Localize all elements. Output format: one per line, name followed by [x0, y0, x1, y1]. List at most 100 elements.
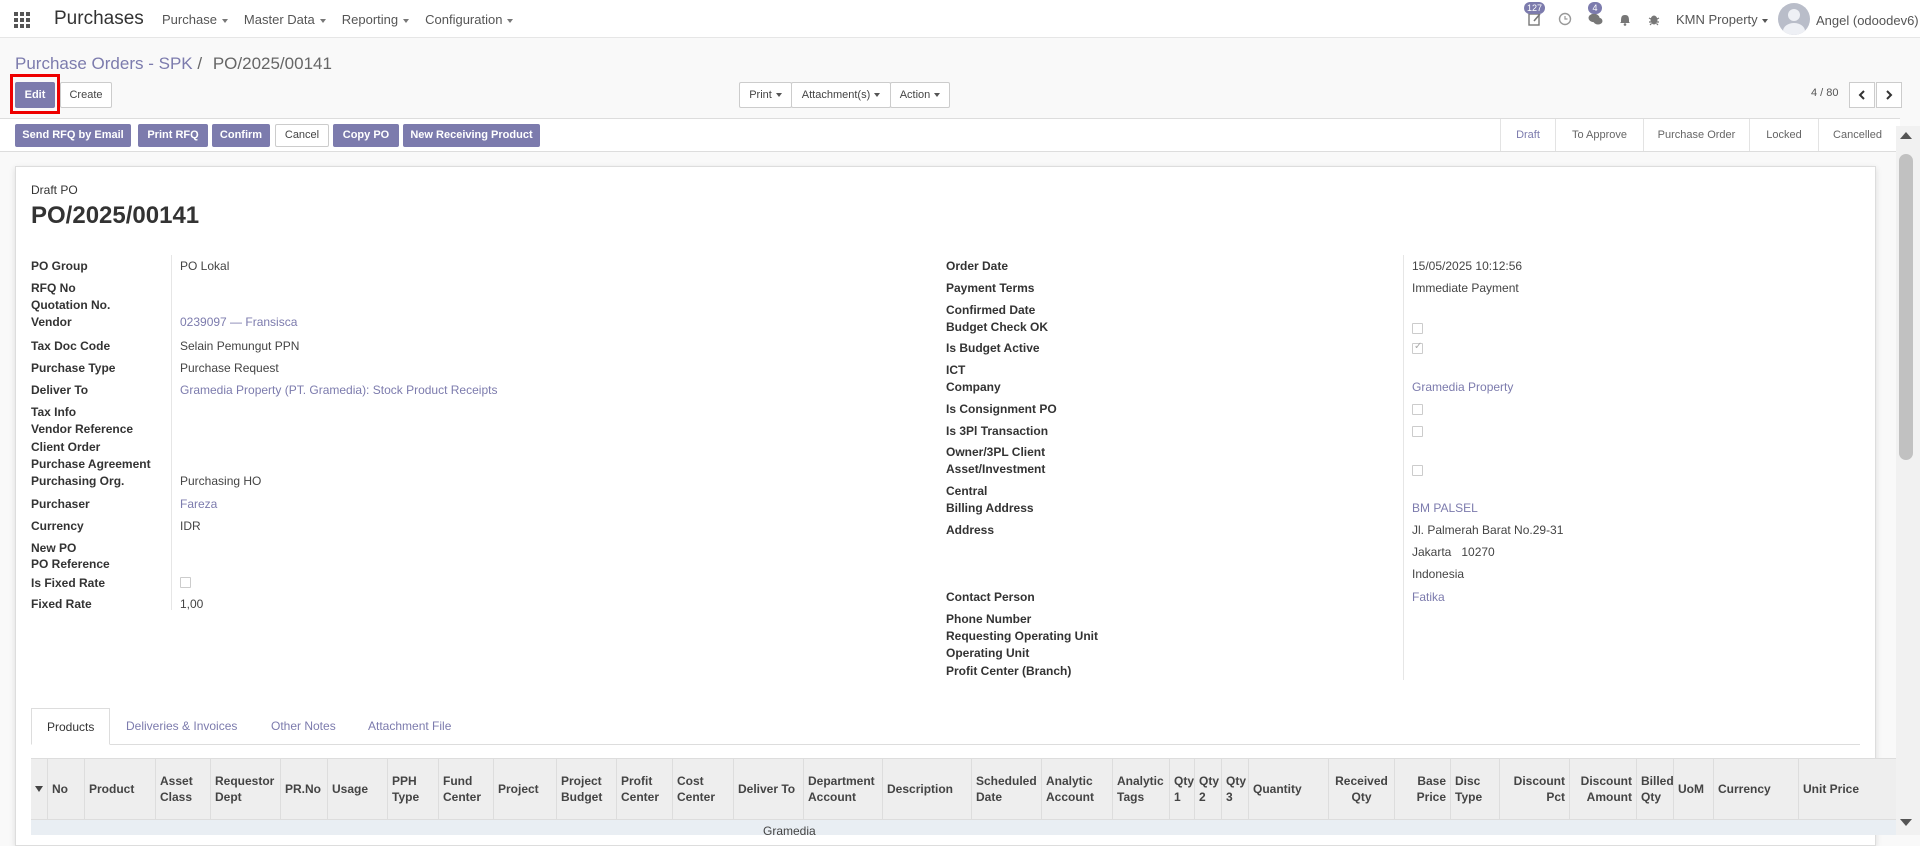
- checkbox-asset-investment[interactable]: [1412, 465, 1423, 476]
- field-fixed-rate[interactable]: 1,00: [180, 597, 203, 611]
- column-header-product[interactable]: Product: [85, 759, 156, 819]
- column-header-discount-amount[interactable]: Discount Amount: [1570, 759, 1637, 819]
- field-contact-person[interactable]: Fatika: [1412, 590, 1445, 604]
- bell-icon[interactable]: [1618, 12, 1632, 26]
- menu-purchase[interactable]: Purchase: [162, 12, 228, 27]
- field-purchase-type[interactable]: Purchase Request: [180, 361, 279, 375]
- label-purchase-type: Purchase Type: [31, 361, 116, 375]
- checkbox-is-budget-active[interactable]: [1412, 341, 1423, 354]
- column-header-description[interactable]: Description: [883, 759, 972, 819]
- stage-cancelled[interactable]: Cancelled: [1818, 119, 1896, 151]
- tab-attachment-file[interactable]: Attachment File: [353, 708, 466, 745]
- apps-menu-icon[interactable]: [14, 12, 30, 28]
- scrollbar-thumb[interactable]: [1899, 154, 1913, 460]
- pager-value[interactable]: 4 / 80: [1811, 87, 1839, 99]
- scroll-up-arrow-icon[interactable]: [1898, 128, 1914, 143]
- stage-purchase-order[interactable]: Purchase Order: [1643, 119, 1749, 151]
- column-header-currency[interactable]: Currency: [1714, 759, 1799, 819]
- column-header-qty-1[interactable]: Qty 1: [1170, 759, 1195, 819]
- column-header-fund-center[interactable]: Fund Center: [439, 759, 494, 819]
- label-fixed-rate: Fixed Rate: [31, 597, 92, 611]
- column-header-cost-center[interactable]: Cost Center: [673, 759, 734, 819]
- column-header-scheduled-date[interactable]: Scheduled Date: [972, 759, 1042, 819]
- column-header-received-qty[interactable]: Received Qty: [1329, 759, 1395, 819]
- confirm-button[interactable]: Confirm: [212, 124, 270, 147]
- field-order-date[interactable]: 15/05/2025 10:12:56: [1412, 259, 1522, 273]
- tab-other-notes[interactable]: Other Notes: [256, 708, 351, 745]
- create-button[interactable]: Create: [60, 82, 112, 108]
- clock-icon[interactable]: [1558, 12, 1572, 26]
- checkbox-is-fixed-rate[interactable]: [180, 577, 191, 588]
- column-header-department-account[interactable]: Department Account: [804, 759, 883, 819]
- field-deliver-to[interactable]: Gramedia Property (PT. Gramedia): Stock …: [180, 383, 497, 397]
- field-purchasing-org[interactable]: Purchasing HO: [180, 474, 261, 488]
- menu-configuration[interactable]: Configuration: [425, 12, 513, 27]
- column-header-profit-center[interactable]: Profit Center: [617, 759, 673, 819]
- stage-draft[interactable]: Draft: [1500, 119, 1555, 151]
- field-purchaser[interactable]: Fareza: [180, 497, 217, 511]
- column-header-project-budget[interactable]: Project Budget: [557, 759, 617, 819]
- column-header-analytic-account[interactable]: Analytic Account: [1042, 759, 1113, 819]
- column-header-no[interactable]: No: [48, 759, 85, 819]
- breadcrumb-parent[interactable]: Purchase Orders - SPK: [15, 54, 193, 73]
- field-vendor[interactable]: 0239097 — Fransisca: [180, 315, 297, 329]
- field-currency[interactable]: IDR: [180, 519, 201, 533]
- company-switcher[interactable]: KMN Property: [1676, 12, 1768, 27]
- column-header-uom[interactable]: UoM: [1674, 759, 1714, 819]
- breadcrumb-current: PO/2025/00141: [212, 54, 332, 73]
- action-dropdown[interactable]: Action: [890, 82, 950, 108]
- column-header-deliver-to[interactable]: Deliver To: [734, 759, 804, 819]
- column-header-disc-type[interactable]: Disc Type: [1451, 759, 1500, 819]
- tab-deliveries-invoices[interactable]: Deliveries & Invoices: [111, 708, 252, 745]
- checkbox-is-consignment-po[interactable]: [1412, 404, 1423, 415]
- table-row[interactable]: [31, 820, 1896, 835]
- attachments-dropdown[interactable]: Attachment(s): [791, 82, 891, 108]
- column-header-pph-type[interactable]: PPH Type: [388, 759, 439, 819]
- chevron-right-icon: [1886, 90, 1893, 100]
- column-header-unit-price[interactable]: Unit Price: [1799, 759, 1863, 819]
- column-header-base-price[interactable]: Base Price: [1395, 759, 1451, 819]
- column-header-analytic-tags[interactable]: Analytic Tags: [1113, 759, 1170, 819]
- pager-previous-button[interactable]: [1849, 82, 1875, 108]
- sort-caret-icon[interactable]: [31, 759, 48, 819]
- column-header-qty-2[interactable]: Qty 2: [1195, 759, 1222, 819]
- label-payment-terms: Payment Terms: [946, 281, 1035, 295]
- new-receiving-product-button[interactable]: New Receiving Product: [403, 124, 540, 147]
- scroll-down-arrow-icon[interactable]: [1898, 815, 1914, 830]
- label-phone-number: Phone Number: [946, 612, 1032, 626]
- messages-icon[interactable]: [1588, 12, 1603, 26]
- field-billing-address[interactable]: BM PALSEL: [1412, 501, 1478, 515]
- print-dropdown[interactable]: Print: [739, 82, 792, 108]
- label-new-po: New PO: [31, 541, 77, 555]
- stage-locked[interactable]: Locked: [1749, 119, 1818, 151]
- app-title[interactable]: Purchases: [54, 8, 144, 30]
- stage-to-approve[interactable]: To Approve: [1555, 119, 1643, 151]
- debug-bug-icon[interactable]: [1647, 12, 1661, 26]
- cancel-button[interactable]: Cancel: [275, 124, 329, 147]
- column-header-discount-pct[interactable]: Discount Pct: [1500, 759, 1570, 819]
- field-tax-doc-code[interactable]: Selain Pemungut PPN: [180, 339, 299, 353]
- field-payment-terms[interactable]: Immediate Payment: [1412, 281, 1519, 295]
- menu-reporting[interactable]: Reporting: [342, 12, 409, 27]
- activity-icon[interactable]: [1528, 12, 1542, 26]
- checkbox-is-3pl-transaction[interactable]: [1412, 426, 1423, 437]
- column-header-qty-3[interactable]: Qty 3: [1222, 759, 1249, 819]
- pager-next-button[interactable]: [1876, 82, 1902, 108]
- send-rfq-by-email-button[interactable]: Send RFQ by Email: [15, 124, 131, 147]
- copy-po-button[interactable]: Copy PO: [333, 124, 399, 147]
- column-header-asset-class[interactable]: Asset Class: [156, 759, 211, 819]
- tab-products[interactable]: Products: [31, 708, 111, 745]
- field-company[interactable]: Gramedia Property: [1412, 380, 1513, 394]
- column-header-project[interactable]: Project: [494, 759, 557, 819]
- column-header-usage[interactable]: Usage: [328, 759, 388, 819]
- column-header-quantity[interactable]: Quantity: [1249, 759, 1329, 819]
- menu-master-data[interactable]: Master Data: [244, 12, 326, 27]
- checkbox-budget-check-ok[interactable]: [1412, 323, 1423, 334]
- print-rfq-button[interactable]: Print RFQ: [138, 124, 208, 147]
- column-header-billed-qty[interactable]: Billed Qty: [1637, 759, 1674, 819]
- avatar[interactable]: [1778, 3, 1810, 35]
- column-header-requestor-dept[interactable]: Requestor Dept: [211, 759, 281, 819]
- user-name[interactable]: Angel (odoodev6): [1816, 13, 1919, 28]
- field-po-group[interactable]: PO Lokal: [180, 259, 229, 273]
- column-header-pr-no[interactable]: PR.No: [281, 759, 328, 819]
